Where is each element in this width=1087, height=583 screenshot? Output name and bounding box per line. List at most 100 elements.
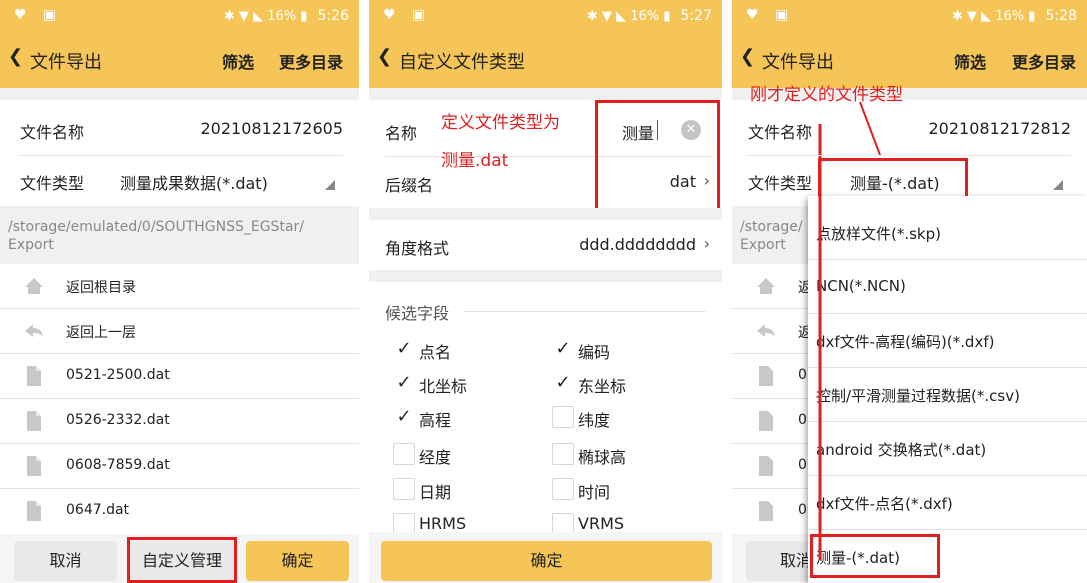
file-icon bbox=[759, 501, 773, 521]
filter-button[interactable]: 筛选 bbox=[222, 49, 254, 73]
list-item-parent[interactable]: 返回上一层 bbox=[0, 309, 359, 354]
section-gap bbox=[0, 88, 359, 100]
dropdown-triangle-icon[interactable] bbox=[1053, 180, 1063, 190]
clock: 5:28 bbox=[1045, 8, 1077, 24]
option-label: NCN(*.NCN) bbox=[816, 277, 906, 295]
option-label: android 交换格式(*.dat) bbox=[816, 441, 987, 459]
option-label: dxf文件-点名(*.dxf) bbox=[816, 495, 953, 513]
field-label: 高程 bbox=[419, 411, 452, 430]
battery-icon: ▮ bbox=[663, 9, 671, 24]
dropdown-option[interactable]: dxf文件-高程(编码)(*.dxf) bbox=[808, 314, 1087, 368]
filetype-label: 文件类型 bbox=[748, 174, 813, 193]
file-icon bbox=[759, 411, 773, 431]
field-label: 编码 bbox=[578, 343, 611, 362]
status-icons-right: ✱ ▼ ◣ 16% ▮ 5:27 bbox=[587, 8, 712, 24]
list-item-label: 返回根目录 bbox=[66, 280, 136, 296]
confirm-button[interactable]: 确定 bbox=[246, 541, 349, 581]
list-item-file[interactable]: 0521-2500.dat bbox=[0, 354, 359, 399]
app-header: ❮ 文件导出 筛选 更多目录 bbox=[0, 32, 359, 88]
list-item-root[interactable]: 返回根目录 bbox=[0, 264, 359, 309]
filename-row[interactable]: 文件名称 20210812172812 bbox=[732, 100, 1087, 155]
dropdown-option[interactable]: 控制/平滑测量过程数据(*.csv) bbox=[808, 368, 1087, 422]
annotation-line2: 测量.dat bbox=[441, 151, 509, 171]
filetype-dropdown-menu: 点放样文件(*.skp) NCN(*.NCN) dxf文件-高程(编码)(*.d… bbox=[808, 196, 1087, 583]
checkbox-ellipsoid-height[interactable] bbox=[552, 443, 574, 465]
option-label: 控制/平滑测量过程数据(*.csv) bbox=[816, 387, 1020, 405]
filetype-label: 文件类型 bbox=[20, 174, 85, 193]
checkbox-point-name[interactable]: ✓ bbox=[393, 338, 415, 360]
file-name: 0521-2500.dat bbox=[66, 367, 170, 383]
checkbox-east[interactable]: ✓ bbox=[552, 372, 574, 394]
status-bar: ♥ ▣ ✱ ▼ ◣ 16% ▮ 5:26 bbox=[0, 0, 359, 32]
bluetooth-icon: ✱ bbox=[223, 9, 235, 24]
checkbox-north[interactable]: ✓ bbox=[393, 372, 415, 394]
dropdown-option[interactable]: android 交换格式(*.dat) bbox=[808, 422, 1087, 476]
dropdown-option[interactable]: NCN(*.NCN) bbox=[808, 260, 1087, 314]
dropdown-triangle-icon[interactable] bbox=[325, 180, 335, 190]
filter-button[interactable]: 筛选 bbox=[954, 49, 986, 73]
checkbox-elevation[interactable]: ✓ bbox=[393, 406, 415, 428]
field-label: 日期 bbox=[419, 483, 452, 502]
wifi-icon: ▼ bbox=[601, 9, 612, 24]
status-bar: ♥ ▣ ✱ ▼ ◣ 16% ▮ 5:28 bbox=[732, 0, 1087, 32]
filename-value[interactable]: 20210812172605 bbox=[200, 119, 343, 138]
checkbox-time[interactable] bbox=[552, 478, 574, 500]
option-label: dxf文件-高程(编码)(*.dxf) bbox=[816, 333, 995, 351]
signal-icon: ◣ bbox=[981, 9, 992, 24]
checkbox-longitude[interactable] bbox=[393, 443, 415, 465]
highlight-box bbox=[818, 158, 968, 200]
back-chevron-icon[interactable]: ❮ bbox=[8, 46, 23, 67]
home-icon bbox=[25, 278, 43, 294]
file-icon bbox=[759, 366, 773, 386]
signal-icon: ◣ bbox=[253, 9, 264, 24]
home-icon bbox=[757, 278, 775, 294]
file-icon bbox=[27, 411, 41, 431]
filename-value[interactable]: 20210812172812 bbox=[928, 119, 1071, 138]
dropdown-option[interactable]: dxf文件-点名(*.dxf) bbox=[808, 476, 1087, 530]
angle-format-value[interactable]: ddd.dddddddd bbox=[579, 235, 696, 254]
file-export-screen: ♥ ▣ ✱ ▼ ◣ 16% ▮ 5:26 ❮ 文件导出 筛选 更多目录 文件名称… bbox=[0, 0, 359, 583]
checkbox-latitude[interactable] bbox=[552, 406, 574, 428]
status-icons-right: ✱ ▼ ◣ 16% ▮ 5:26 bbox=[224, 8, 349, 24]
annotation-line1: 定义文件类型为 bbox=[441, 113, 560, 133]
bluetooth-icon: ✱ bbox=[586, 9, 598, 24]
highlight-box bbox=[595, 100, 720, 211]
list-item-file[interactable]: 0608-7859.dat bbox=[0, 444, 359, 489]
field-label: 时间 bbox=[578, 483, 611, 502]
name-label: 名称 bbox=[385, 124, 418, 143]
field-label: 北坐标 bbox=[419, 377, 468, 396]
list-item-file[interactable]: 0647.dat bbox=[0, 489, 359, 534]
file-export-screen-dropdown: ♥ ▣ ✱ ▼ ◣ 16% ▮ 5:28 ❮ 文件导出 筛选 更多目录 刚才定义… bbox=[732, 0, 1087, 583]
option-label: 点放样文件(*.skp) bbox=[816, 225, 941, 243]
back-chevron-icon[interactable]: ❮ bbox=[377, 46, 392, 67]
back-arrow-icon bbox=[757, 324, 775, 337]
list-item-file[interactable]: 0526-2332.dat bbox=[0, 399, 359, 444]
field-label: HRMS bbox=[419, 514, 467, 533]
angle-format-row[interactable]: 角度格式 ddd.dddddddd › bbox=[369, 220, 722, 270]
status-icons-left: ♥ ▣ bbox=[746, 7, 795, 23]
more-directories-button[interactable]: 更多目录 bbox=[1012, 49, 1076, 73]
field-label: 纬度 bbox=[578, 411, 611, 430]
checkbox-code[interactable]: ✓ bbox=[552, 338, 574, 360]
battery-text: 16% bbox=[995, 9, 1025, 24]
back-chevron-icon[interactable]: ❮ bbox=[740, 46, 755, 67]
confirm-button[interactable]: 确定 bbox=[381, 541, 712, 581]
filename-row[interactable]: 文件名称 20210812172605 bbox=[0, 100, 359, 155]
file-name: 0608-7859.dat bbox=[66, 457, 170, 473]
field-label: 点名 bbox=[419, 343, 452, 362]
filename-label: 文件名称 bbox=[20, 123, 85, 142]
dropdown-option[interactable]: 点放样文件(*.skp) bbox=[808, 206, 1087, 260]
battery-text: 16% bbox=[630, 9, 660, 24]
section-gap bbox=[369, 270, 722, 282]
filetype-row[interactable]: 文件类型 测量成果数据(*.dat) bbox=[0, 156, 359, 206]
filetype-value[interactable]: 测量成果数据(*.dat) bbox=[120, 170, 268, 194]
battery-icon: ▮ bbox=[1028, 9, 1036, 24]
more-directories-button[interactable]: 更多目录 bbox=[279, 49, 343, 73]
custom-file-type-screen: ♥ ▣ ✱ ▼ ◣ 16% ▮ 5:27 ❮ 自定义文件类型 名称 测量 ✕ 后… bbox=[369, 0, 722, 583]
list-item-label: 返回上一层 bbox=[66, 325, 136, 341]
divider bbox=[463, 311, 706, 312]
current-path: /storage/emulated/0/SOUTHGNSS_EGStar/ Ex… bbox=[0, 206, 359, 264]
cancel-button[interactable]: 取消 bbox=[14, 541, 117, 581]
checkbox-date[interactable] bbox=[393, 478, 415, 500]
highlight-box bbox=[810, 534, 940, 578]
